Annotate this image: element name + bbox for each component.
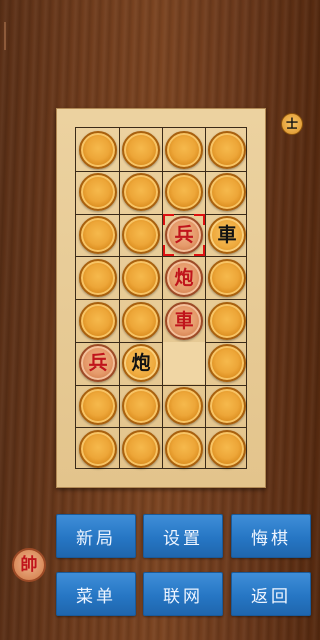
face-down-piece[interactable]	[208, 387, 246, 425]
face-down-piece[interactable]	[165, 430, 203, 468]
black-cannon-piece[interactable]: 炮	[122, 344, 160, 382]
board-square[interactable]	[77, 129, 119, 171]
board-square[interactable]	[77, 428, 119, 470]
face-down-piece[interactable]	[208, 173, 246, 211]
board-square[interactable]	[120, 257, 162, 299]
face-down-piece[interactable]	[165, 173, 203, 211]
back-button[interactable]: 返回	[231, 572, 311, 616]
board-square[interactable]	[120, 385, 162, 427]
face-down-piece[interactable]	[208, 344, 246, 382]
board-square[interactable]: 兵	[163, 214, 205, 256]
board-square[interactable]	[206, 428, 248, 470]
status-indicator	[4, 22, 6, 50]
empty-square[interactable]	[163, 342, 205, 384]
piece-label: 車	[217, 223, 237, 246]
face-down-piece[interactable]	[79, 173, 117, 211]
piece-label: 車	[174, 309, 194, 332]
game-board: 兵車炮車兵炮	[56, 108, 266, 488]
board-square[interactable]	[206, 300, 248, 342]
settings-button[interactable]: 设置	[143, 514, 223, 558]
piece-label: 炮	[131, 351, 151, 374]
board-square[interactable]	[163, 385, 205, 427]
board-square[interactable]	[120, 214, 162, 256]
board-square[interactable]	[120, 428, 162, 470]
board-square[interactable]	[163, 171, 205, 213]
captured-red-general: 帥	[12, 548, 46, 582]
face-down-piece[interactable]	[122, 216, 160, 254]
face-down-piece[interactable]	[208, 302, 246, 340]
board-square[interactable]	[77, 385, 119, 427]
board-square[interactable]	[120, 129, 162, 171]
face-down-piece[interactable]	[79, 259, 117, 297]
board-square[interactable]	[77, 257, 119, 299]
piece-label: 兵	[174, 223, 194, 246]
board-square[interactable]	[206, 257, 248, 299]
piece-label: 兵	[88, 351, 108, 374]
face-down-piece[interactable]	[208, 430, 246, 468]
menu-button[interactable]: 菜单	[56, 572, 136, 616]
face-down-piece[interactable]	[122, 259, 160, 297]
face-down-piece[interactable]	[122, 430, 160, 468]
black-chariot-piece[interactable]: 車	[208, 216, 246, 254]
face-down-piece[interactable]	[122, 131, 160, 169]
board-square[interactable]	[206, 171, 248, 213]
board-square[interactable]	[206, 129, 248, 171]
face-down-piece[interactable]	[79, 430, 117, 468]
board-square[interactable]	[163, 129, 205, 171]
face-down-piece[interactable]	[79, 387, 117, 425]
board-square[interactable]: 兵	[77, 342, 119, 384]
board-square[interactable]	[77, 214, 119, 256]
undo-button[interactable]: 悔棋	[231, 514, 311, 558]
board-square[interactable]	[163, 428, 205, 470]
face-down-piece[interactable]	[122, 302, 160, 340]
board-square[interactable]	[120, 300, 162, 342]
face-down-piece[interactable]	[122, 387, 160, 425]
board-square[interactable]: 炮	[163, 257, 205, 299]
face-down-piece[interactable]	[122, 173, 160, 211]
face-down-piece[interactable]	[208, 259, 246, 297]
board-square[interactable]: 車	[206, 214, 248, 256]
board-square[interactable]	[77, 300, 119, 342]
captured-black-advisor: 士	[281, 113, 303, 135]
captured-red-label: 帥	[20, 554, 38, 575]
face-down-piece[interactable]	[79, 131, 117, 169]
piece-label: 炮	[174, 266, 194, 289]
red-chariot-piece[interactable]: 車	[165, 302, 203, 340]
face-down-piece[interactable]	[79, 302, 117, 340]
new-game-button[interactable]: 新局	[56, 514, 136, 558]
board-square[interactable]	[206, 385, 248, 427]
red-cannon-piece[interactable]: 炮	[165, 259, 203, 297]
board-square[interactable]	[77, 171, 119, 213]
red-soldier-piece[interactable]: 兵	[79, 344, 117, 382]
board-square[interactable]	[120, 171, 162, 213]
face-down-piece[interactable]	[165, 131, 203, 169]
board-grid: 兵車炮車兵炮	[75, 127, 247, 469]
online-button[interactable]: 联网	[143, 572, 223, 616]
face-down-piece[interactable]	[208, 131, 246, 169]
board-square[interactable]: 車	[163, 300, 205, 342]
board-square[interactable]	[206, 342, 248, 384]
captured-black-label: 士	[285, 117, 298, 131]
board-square[interactable]: 炮	[120, 342, 162, 384]
red-soldier-piece[interactable]: 兵	[165, 216, 203, 254]
face-down-piece[interactable]	[79, 216, 117, 254]
face-down-piece[interactable]	[165, 387, 203, 425]
